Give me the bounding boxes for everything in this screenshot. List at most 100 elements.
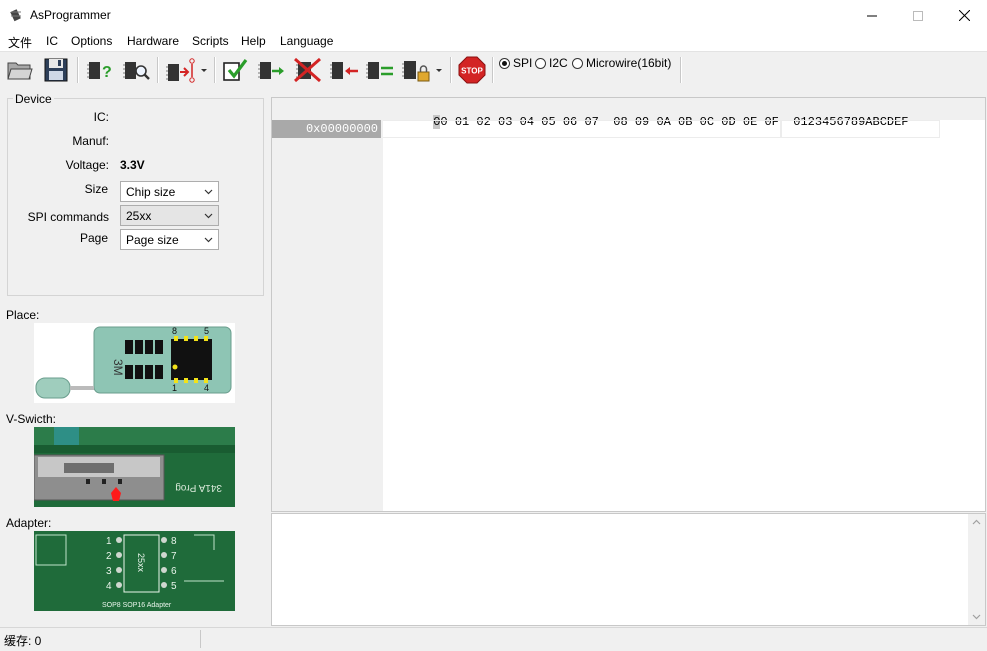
select-chip-button[interactable] <box>165 55 209 85</box>
radio-spi[interactable]: SPI <box>499 56 532 70</box>
menu-help[interactable]: Help <box>241 34 266 48</box>
menu-options[interactable]: Options <box>71 34 112 48</box>
svg-text:3: 3 <box>106 566 112 577</box>
chip-magnifier-icon <box>123 62 150 80</box>
read-id-button[interactable]: ? <box>85 55 115 85</box>
status-bar: 缓存: 0 <box>0 627 987 651</box>
radio-microwire-indicator <box>572 57 583 69</box>
menu-file[interactable]: 文件 <box>8 34 32 51</box>
chevron-down-icon <box>204 189 213 195</box>
radio-i2c-indicator <box>535 57 546 69</box>
svg-text:8: 8 <box>172 326 177 336</box>
radio-i2c-label: I2C <box>549 56 568 70</box>
folder-open-icon <box>7 62 33 80</box>
scroll-down-icon <box>972 614 981 620</box>
close-button[interactable] <box>941 0 987 31</box>
stop-sign-icon: STOP <box>458 56 486 84</box>
save-button[interactable] <box>41 55 71 85</box>
chevron-down-icon <box>204 213 213 219</box>
size-label: Size <box>84 182 108 196</box>
svg-text:1: 1 <box>172 383 177 393</box>
menu-language[interactable]: Language <box>280 34 333 48</box>
spi-commands-select[interactable]: 25xx <box>120 205 219 226</box>
device-group-label: Device <box>13 92 54 106</box>
manuf-label: Manuf: <box>72 134 109 148</box>
menu-bar: 文件 IC Options Hardware Scripts Help Lang… <box>0 31 987 52</box>
toolbar-separator <box>77 57 79 83</box>
chip-question-icon: ? <box>87 62 112 81</box>
hex-ascii-row[interactable] <box>781 120 940 138</box>
radio-microwire[interactable]: Microwire(16bit) <box>572 56 671 70</box>
hex-address-gutter: 0x00000000 <box>272 120 383 511</box>
minimize-button[interactable] <box>849 0 895 31</box>
menu-scripts[interactable]: Scripts <box>192 34 229 48</box>
svg-text:341A Prog: 341A Prog <box>175 482 222 493</box>
toolbar-separator <box>680 57 682 83</box>
maximize-button[interactable] <box>895 0 941 31</box>
toolbar: ? STOP SPI I2C Microwire(16bit) <box>0 52 987 88</box>
status-text: 缓存: 0 <box>4 634 42 648</box>
hex-header: 00 01 02 03 04 05 06 07 08 09 0A 0B 0C 0… <box>272 98 985 129</box>
toolbar-separator <box>214 57 216 83</box>
svg-text:5: 5 <box>204 326 209 336</box>
svg-text:6: 6 <box>171 566 177 577</box>
window-title: AsProgrammer <box>30 8 111 22</box>
toolbar-separator <box>157 57 159 83</box>
radio-spi-label: SPI <box>513 56 533 70</box>
svg-text:?: ? <box>102 64 112 81</box>
svg-text:3M: 3M <box>111 359 125 376</box>
size-select[interactable]: Chip size <box>120 181 219 202</box>
toolbar-separator <box>492 57 494 83</box>
voltage-value: 3.3V <box>120 158 145 172</box>
menu-ic[interactable]: IC <box>46 34 58 48</box>
page-label: Page <box>79 231 108 245</box>
menu-hardware[interactable]: Hardware <box>127 34 179 48</box>
svg-text:SOP8 SOP16 Adapter: SOP8 SOP16 Adapter <box>102 602 172 609</box>
search-chip-button[interactable] <box>121 55 151 85</box>
stop-button[interactable]: STOP <box>457 55 487 85</box>
minimize-icon <box>867 15 877 16</box>
erase-button[interactable] <box>293 55 323 85</box>
place-label: Place: <box>6 308 40 322</box>
verify-button[interactable] <box>365 55 395 85</box>
chip-arrow-right-icon <box>258 62 284 79</box>
write-button[interactable] <box>329 55 359 85</box>
log-textarea[interactable] <box>271 513 986 626</box>
app-icon <box>10 9 21 22</box>
chevron-down-icon <box>204 237 213 243</box>
status-divider <box>200 630 201 648</box>
adapter-image: 1 2 3 4 8 7 6 5 25xx SOP8 SOP16 Adapter <box>34 531 235 611</box>
size-select-value: Chip size <box>126 185 176 199</box>
chip-equals-icon <box>366 62 393 79</box>
radio-i2c[interactable]: I2C <box>535 56 568 70</box>
title-bar: AsProgrammer <box>0 0 987 31</box>
voltage-switch-image: 341A Prog <box>34 427 235 507</box>
close-icon <box>958 10 970 21</box>
socket-place-image: 3M 8 5 1 4 <box>34 323 235 403</box>
adapter-label: Adapter: <box>6 516 52 530</box>
v-switch-label: V-Swicth: <box>6 412 57 426</box>
toolbar-separator <box>450 57 452 83</box>
page-select[interactable]: Page size <box>120 229 219 250</box>
radio-microwire-label: Microwire(16bit) <box>586 56 672 70</box>
scroll-up-icon <box>972 519 981 525</box>
check-blank-button[interactable] <box>221 55 251 85</box>
open-button[interactable] <box>5 55 35 85</box>
ic-label: IC: <box>93 110 109 124</box>
page-select-value: Page size <box>126 233 179 247</box>
chip-lock-icon <box>402 61 442 82</box>
hex-editor[interactable]: 00 01 02 03 04 05 06 07 08 09 0A 0B 0C 0… <box>271 97 986 512</box>
read-button[interactable] <box>257 55 287 85</box>
chip-red-x-icon <box>294 57 321 83</box>
maximize-icon <box>913 10 923 21</box>
hex-address-value: 0x00000000 <box>305 122 378 136</box>
checkmark-icon <box>223 59 248 81</box>
svg-text:1: 1 <box>106 536 112 547</box>
hex-data-row[interactable] <box>383 120 781 138</box>
floppy-disk-icon <box>44 58 68 82</box>
svg-text:2: 2 <box>106 551 112 562</box>
svg-text:25xx: 25xx <box>136 553 146 573</box>
lock-button[interactable] <box>401 55 445 85</box>
log-scrollbar[interactable] <box>968 514 985 625</box>
spi-commands-select-value: 25xx <box>126 209 152 223</box>
